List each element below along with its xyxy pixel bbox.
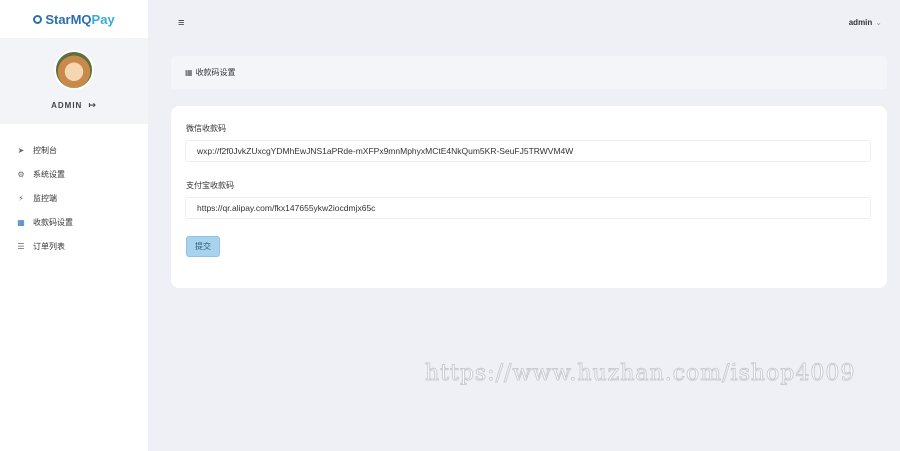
gear-icon: ⚙	[17, 169, 25, 179]
sidebar: StarMQ Pay ADMIN ↦ ➤ 控制台 ⚙ 系统设置 ⚡ 监控端 ▦ 收…	[0, 0, 148, 451]
sidebar-nav: ➤ 控制台 ⚙ 系统设置 ⚡ 监控端 ▦ 收款码设置 ☰ 订单列表	[0, 138, 148, 258]
payment-code-form: 微信收款码 支付宝收款码 提交	[171, 106, 887, 288]
brand-name-part2: Pay	[91, 11, 115, 27]
sidebar-item-label: 订单列表	[33, 241, 65, 251]
topbar: ≡ admin ⌄	[148, 0, 900, 48]
profile-name: ADMIN	[51, 101, 83, 110]
rocket-icon: ➤	[17, 145, 25, 155]
menu-toggle-icon[interactable]: ≡	[178, 17, 184, 29]
sidebar-item-dashboard[interactable]: ➤ 控制台	[0, 138, 148, 162]
profile-name-row: ADMIN ↦	[51, 100, 97, 111]
profile-panel: ADMIN ↦	[0, 38, 148, 124]
sidebar-item-payment-code[interactable]: ▦ 收款码设置	[0, 210, 148, 234]
wechat-label: 微信收款码	[186, 124, 226, 133]
user-menu[interactable]: admin ⌄	[849, 18, 882, 27]
sidebar-item-orders[interactable]: ☰ 订单列表	[0, 234, 148, 258]
brand-name-part1: StarMQ	[45, 11, 92, 27]
alipay-label: 支付宝收款码	[186, 181, 234, 190]
alipay-code-input[interactable]	[185, 197, 871, 219]
sidebar-item-monitor[interactable]: ⚡ 监控端	[0, 186, 148, 210]
brand-logo[interactable]: StarMQ Pay	[0, 0, 148, 38]
page-header: ▦ 收款码设置	[171, 56, 887, 89]
sidebar-item-label: 控制台	[33, 145, 57, 155]
bolt-icon: ⚡	[18, 193, 24, 203]
sidebar-item-label: 监控端	[33, 193, 57, 203]
page-title: 收款码设置	[195, 68, 236, 77]
sidebar-item-system-settings[interactable]: ⚙ 系统设置	[0, 162, 148, 186]
avatar	[54, 50, 94, 90]
watermark-text: https://www.huzhan.com/ishop4009	[424, 361, 856, 387]
user-menu-label: admin	[848, 18, 873, 27]
grid-icon: ▦	[17, 217, 25, 227]
wechat-code-input[interactable]	[185, 140, 871, 162]
list-icon: ☰	[17, 241, 25, 251]
sidebar-item-label: 系统设置	[33, 169, 65, 179]
logout-icon[interactable]: ↦	[88, 100, 97, 111]
grid-icon: ▦	[185, 68, 193, 77]
logo-icon	[33, 14, 43, 24]
submit-button[interactable]: 提交	[186, 236, 220, 257]
sidebar-item-label: 收款码设置	[33, 217, 73, 227]
chevron-down-icon: ⌄	[875, 18, 882, 27]
